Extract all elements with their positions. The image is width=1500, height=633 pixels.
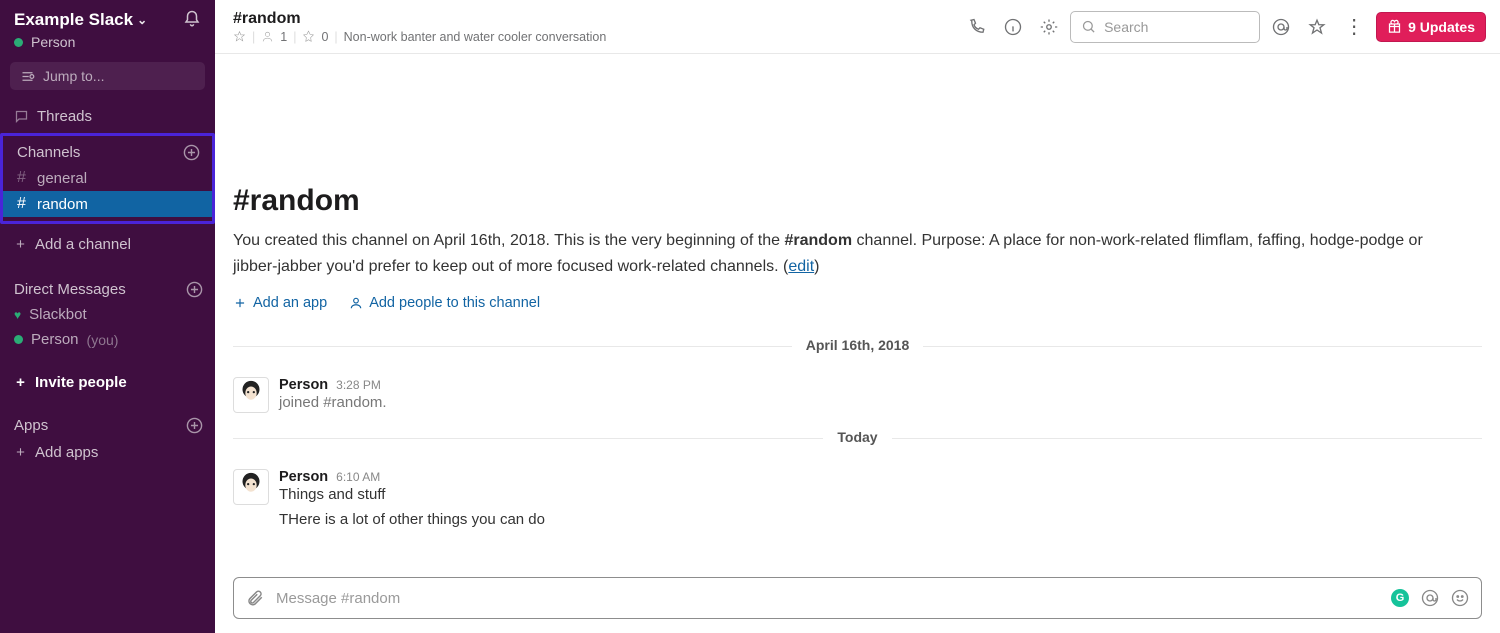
channels-section-highlight: Channels # general # random — [0, 133, 215, 224]
plus-icon: + — [14, 374, 27, 391]
composer-area: G — [215, 571, 1500, 633]
intro-title: #random — [233, 184, 1482, 218]
member-count[interactable]: 1 — [280, 30, 287, 44]
pin-count[interactable]: 0 — [321, 30, 328, 44]
pin-icon[interactable] — [302, 30, 315, 43]
add-apps-link[interactable]: + Add apps — [0, 438, 215, 467]
threads-link[interactable]: Threads — [0, 102, 215, 131]
channel-item-random[interactable]: # random — [3, 191, 212, 217]
channels-heading: Channels — [17, 144, 80, 161]
dm-self[interactable]: Person (you) — [0, 327, 215, 352]
mention-icon[interactable] — [1421, 589, 1439, 607]
jump-to-input[interactable]: Jump to... — [10, 62, 205, 90]
presence-dot-icon — [14, 335, 23, 344]
plus-icon: + — [14, 236, 27, 253]
add-app-link[interactable]: Add an app — [233, 295, 327, 311]
day-label: April 16th, 2018 — [792, 337, 924, 353]
workspace-name: Example Slack — [14, 10, 133, 30]
invite-people[interactable]: + Invite people — [0, 366, 215, 399]
channel-label: random — [37, 196, 88, 213]
channel-intro: #random You created this channel on Apri… — [233, 184, 1482, 311]
edit-purpose-link[interactable]: edit — [788, 258, 814, 275]
chevron-down-icon: ⌄ — [137, 13, 147, 27]
message-list[interactable]: #random You created this channel on Apri… — [215, 54, 1500, 571]
message-time[interactable]: 3:28 PM — [336, 378, 381, 392]
add-app-icon[interactable] — [186, 417, 203, 434]
phone-icon[interactable] — [968, 18, 986, 36]
bell-icon[interactable] — [183, 10, 201, 28]
dm-header[interactable]: Direct Messages — [0, 273, 215, 302]
star-icon[interactable] — [233, 30, 246, 43]
channel-header: #random | 1 | 0 | Non-work banter and wa… — [215, 0, 1500, 54]
paperclip-icon[interactable] — [246, 589, 264, 607]
workspace-switcher[interactable]: Example Slack ⌄ — [14, 10, 147, 30]
star-icon[interactable] — [1308, 18, 1326, 36]
current-user-name: Person — [31, 34, 75, 50]
message-item[interactable]: Person 3:28 PM joined #random. — [233, 373, 1482, 423]
updates-button[interactable]: 9 Updates — [1376, 12, 1486, 42]
gift-icon — [1387, 19, 1402, 34]
hash-icon: # — [17, 169, 31, 187]
day-divider: April 16th, 2018 — [233, 337, 1482, 355]
message-text: Things and stuff — [279, 485, 545, 505]
channel-label: general — [37, 170, 87, 187]
message-composer[interactable]: G — [233, 577, 1482, 619]
channel-title[interactable]: #random — [233, 10, 606, 28]
add-channel-label: Add a channel — [35, 236, 131, 253]
plus-icon — [233, 296, 247, 310]
message-text: THere is a lot of other things you can d… — [279, 510, 545, 530]
new-dm-icon[interactable] — [186, 281, 203, 298]
message-author[interactable]: Person — [279, 469, 328, 485]
you-suffix: (you) — [87, 332, 119, 348]
add-channel-link[interactable]: + Add a channel — [0, 230, 215, 259]
message-input[interactable] — [276, 590, 1379, 607]
person-icon — [349, 296, 363, 310]
avatar[interactable] — [233, 469, 269, 505]
main-pane: #random | 1 | 0 | Non-work banter and wa… — [215, 0, 1500, 633]
add-apps-label: Add apps — [35, 444, 98, 461]
plus-icon: + — [14, 444, 27, 461]
threads-icon — [14, 109, 29, 124]
jump-to-placeholder: Jump to... — [43, 68, 104, 84]
info-icon[interactable] — [1004, 18, 1022, 36]
search-icon — [1081, 19, 1096, 34]
search-input[interactable]: Search — [1070, 11, 1260, 43]
presence-dot-icon — [14, 38, 23, 47]
threads-label: Threads — [37, 108, 92, 125]
apps-heading: Apps — [14, 417, 48, 434]
message-text: joined #random. — [279, 393, 387, 413]
jump-icon — [20, 69, 35, 84]
invite-label: Invite people — [35, 374, 127, 391]
person-icon[interactable] — [261, 30, 274, 43]
intro-description: You created this channel on April 16th, … — [233, 228, 1453, 279]
channel-item-general[interactable]: # general — [3, 165, 212, 191]
channel-topic[interactable]: Non-work banter and water cooler convers… — [344, 30, 607, 44]
avatar[interactable] — [233, 377, 269, 413]
dm-heading: Direct Messages — [14, 281, 126, 298]
dm-label: Person — [31, 331, 79, 348]
grammarly-icon[interactable]: G — [1391, 589, 1409, 607]
day-label: Today — [823, 429, 891, 445]
emoji-icon[interactable] — [1451, 589, 1469, 607]
day-divider: Today — [233, 429, 1482, 447]
more-icon[interactable]: ⋮ — [1338, 14, 1370, 39]
add-people-link[interactable]: Add people to this channel — [349, 295, 540, 311]
message-author[interactable]: Person — [279, 377, 328, 393]
apps-header[interactable]: Apps — [0, 409, 215, 438]
message-item[interactable]: Person 6:10 AM Things and stuff THere is… — [233, 465, 1482, 540]
search-placeholder: Search — [1104, 19, 1148, 35]
mentions-icon[interactable] — [1272, 18, 1290, 36]
channels-header[interactable]: Channels — [3, 136, 212, 165]
heart-icon: ♥ — [14, 308, 21, 322]
message-time[interactable]: 6:10 AM — [336, 470, 380, 484]
current-user-presence[interactable]: Person — [0, 34, 215, 60]
hash-icon: # — [17, 195, 31, 213]
updates-label: 9 Updates — [1408, 19, 1475, 35]
add-channel-icon[interactable] — [183, 144, 200, 161]
gear-icon[interactable] — [1040, 18, 1058, 36]
sidebar: Example Slack ⌄ Person Jump to... Thread… — [0, 0, 215, 633]
dm-label: Slackbot — [29, 306, 87, 323]
dm-slackbot[interactable]: ♥ Slackbot — [0, 302, 215, 327]
